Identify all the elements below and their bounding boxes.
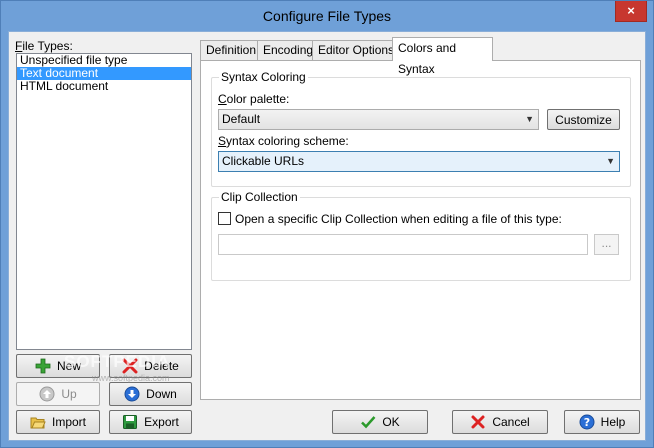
arrow-up-icon bbox=[39, 386, 55, 402]
close-button[interactable]: × bbox=[615, 1, 647, 22]
dialog-window: Configure File Types × File Types: Unspe… bbox=[0, 0, 654, 448]
syntax-scheme-value: Clickable URLs bbox=[222, 154, 305, 168]
up-button-label: Up bbox=[61, 387, 77, 401]
import-button[interactable]: Import bbox=[16, 410, 100, 434]
tab-editor-options[interactable]: Editor Options bbox=[312, 40, 401, 60]
svg-text:?: ? bbox=[583, 416, 589, 429]
syntax-scheme-label: Syntax coloring scheme: bbox=[218, 134, 349, 148]
help-button[interactable]: ? Help bbox=[564, 410, 640, 434]
import-button-label: Import bbox=[51, 415, 86, 429]
help-question-icon: ? bbox=[579, 414, 595, 430]
help-button-label: Help bbox=[600, 415, 626, 429]
plus-icon bbox=[35, 358, 51, 374]
cancel-button-label: Cancel bbox=[492, 415, 530, 429]
color-palette-value: Default bbox=[222, 112, 261, 126]
checkmark-icon bbox=[360, 414, 376, 430]
export-button-label: Export bbox=[144, 415, 179, 429]
delete-button[interactable]: Delete bbox=[109, 354, 192, 378]
list-item[interactable]: HTML document bbox=[17, 80, 191, 93]
clip-collection-checkbox[interactable] bbox=[218, 212, 231, 225]
clip-collection-path-input[interactable] bbox=[218, 234, 588, 255]
color-palette-dropdown[interactable]: Default ▼ bbox=[218, 109, 539, 130]
up-button[interactable]: Up bbox=[16, 382, 100, 406]
dialog-client-area: File Types: Unspecified file type Text d… bbox=[8, 31, 646, 441]
cancel-button[interactable]: Cancel bbox=[452, 410, 548, 434]
folder-open-icon bbox=[30, 414, 46, 430]
window-title: Configure File Types bbox=[262, 8, 392, 24]
syntax-coloring-group-title: Syntax Coloring bbox=[219, 70, 308, 84]
down-button[interactable]: Down bbox=[109, 382, 192, 406]
clip-collection-checkbox-label[interactable]: Open a specific Clip Collection when edi… bbox=[235, 212, 562, 226]
colors-and-syntax-panel: Syntax Coloring Color palette: Default ▼… bbox=[200, 60, 641, 400]
file-types-label: File Types: bbox=[15, 39, 73, 53]
tab-colors-and-syntax[interactable]: Colors and Syntax bbox=[392, 37, 493, 76]
ok-button-label: OK bbox=[382, 415, 400, 429]
file-types-list[interactable]: Unspecified file type Text document HTML… bbox=[16, 53, 192, 350]
down-button-label: Down bbox=[146, 387, 177, 401]
delete-x-icon bbox=[122, 358, 138, 374]
clip-collection-group-title: Clip Collection bbox=[219, 190, 300, 204]
clip-collection-group: Clip Collection Open a specific Clip Col… bbox=[211, 190, 631, 281]
customize-button[interactable]: Customize bbox=[547, 109, 620, 130]
delete-button-label: Delete bbox=[144, 359, 179, 373]
tab-encoding[interactable]: Encoding bbox=[257, 40, 320, 60]
tab-definition[interactable]: Definition bbox=[200, 40, 263, 60]
browse-button[interactable]: ... bbox=[594, 234, 619, 255]
save-disk-icon bbox=[122, 414, 138, 430]
ok-button[interactable]: OK bbox=[332, 410, 428, 434]
chevron-down-icon: ▼ bbox=[606, 156, 615, 166]
export-button[interactable]: Export bbox=[109, 410, 192, 434]
color-palette-label: Color palette: bbox=[218, 92, 290, 106]
cancel-x-icon bbox=[470, 414, 486, 430]
arrow-down-icon bbox=[124, 386, 140, 402]
new-button-label: New bbox=[56, 359, 81, 373]
syntax-scheme-dropdown[interactable]: Clickable URLs ▼ bbox=[218, 151, 620, 172]
new-button[interactable]: New bbox=[16, 354, 100, 378]
chevron-down-icon: ▼ bbox=[525, 114, 534, 124]
syntax-coloring-group: Syntax Coloring Color palette: Default ▼… bbox=[211, 70, 631, 187]
title-bar[interactable]: Configure File Types × bbox=[1, 1, 653, 31]
